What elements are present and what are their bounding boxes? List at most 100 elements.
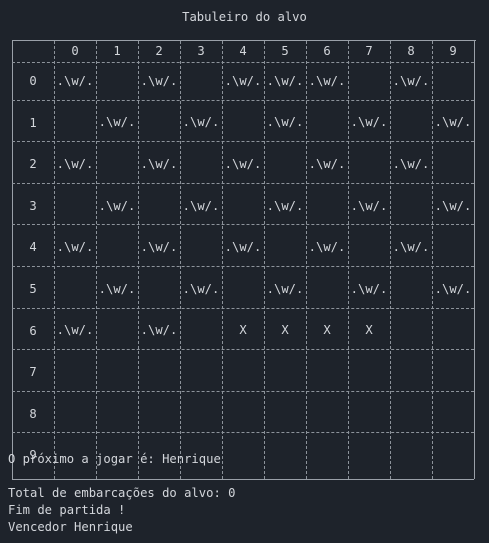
row-label: 5 (29, 282, 37, 296)
board-cell (222, 189, 264, 223)
board-cell: .\w/. (56, 73, 94, 88)
grid-horizontal-line (12, 182, 474, 184)
board-cell (348, 397, 390, 431)
board-cell (96, 230, 138, 264)
board-cell (390, 272, 432, 306)
board-cell (348, 230, 390, 264)
grid-horizontal-line (12, 349, 474, 351)
terminal-output: Tabuleiro do alvo 0 1 2 3 4 5 6 7 8 9 0 .\w/. .\w/..… (0, 0, 489, 543)
board-cell (390, 438, 432, 472)
board-cell: .\w/. (98, 281, 136, 296)
board-cell (180, 314, 222, 348)
row-label: 3 (29, 198, 37, 213)
board-cell (222, 355, 264, 389)
board-cell (138, 355, 180, 389)
board-cell (432, 355, 474, 389)
board-cell: .\w/. (56, 323, 94, 338)
column-header: 1 (113, 44, 121, 58)
board-cell: .\w/. (56, 240, 94, 255)
row-label: 7 (29, 365, 37, 380)
board-cell: .\w/. (434, 198, 472, 213)
board-cell (390, 355, 432, 389)
board-cell (264, 355, 306, 389)
board-cell: .\w/. (140, 240, 178, 255)
next-player-line: O próximo a jogar é: Henrique (8, 452, 221, 466)
column-header: 0 (71, 44, 79, 58)
board-cell (432, 314, 474, 348)
board-cell: .\w/. (350, 281, 388, 296)
board-cell (306, 189, 348, 223)
board-cell: .\w/. (308, 157, 346, 172)
board-cell (432, 397, 474, 431)
row-label: 1 (29, 115, 37, 130)
board-cell (348, 355, 390, 389)
board-cell: .\w/. (140, 157, 178, 172)
game-over-line: Fim de partida ! (8, 503, 126, 517)
column-header: 5 (281, 44, 289, 58)
board-cell: .\w/. (266, 115, 304, 130)
board-cell (390, 189, 432, 223)
board-cell (222, 438, 264, 472)
board-cell: X (323, 323, 331, 338)
board-cell (264, 230, 306, 264)
board-cell (390, 314, 432, 348)
board-cell (432, 438, 474, 472)
board-cell: X (239, 323, 247, 338)
board-cell (264, 397, 306, 431)
board-cell: X (281, 323, 289, 338)
board-cell (306, 355, 348, 389)
board-cell: .\w/. (140, 323, 178, 338)
board-cell: .\w/. (350, 198, 388, 213)
column-header: 2 (155, 44, 163, 58)
total-ships-line: Total de embarcações do alvo: 0 (8, 486, 236, 500)
board-cell: .\w/. (434, 281, 472, 296)
board-cell: .\w/. (224, 157, 262, 172)
board-cell (222, 272, 264, 306)
grid-horizontal-line (12, 432, 474, 434)
board-cell: .\w/. (98, 115, 136, 130)
board-cell (264, 438, 306, 472)
board-cell: .\w/. (392, 73, 430, 88)
board-cell (348, 147, 390, 181)
board-cell (54, 397, 96, 431)
column-header: 9 (449, 44, 457, 58)
board-cell: .\w/. (56, 157, 94, 172)
board-cell (180, 147, 222, 181)
board-cell (138, 272, 180, 306)
board-cell (222, 397, 264, 431)
board-cell: X (365, 323, 373, 338)
column-header: 7 (365, 44, 373, 58)
row-label: 2 (29, 157, 37, 172)
column-header: 4 (239, 44, 247, 58)
board-cell: .\w/. (392, 240, 430, 255)
board-cell: .\w/. (224, 73, 262, 88)
board-cell (180, 230, 222, 264)
board-top-border (12, 40, 476, 41)
board-cell (54, 106, 96, 140)
board-cell (96, 397, 138, 431)
board-cell (54, 272, 96, 306)
column-header: 8 (407, 44, 415, 58)
board-cell (306, 397, 348, 431)
grid-horizontal-line (12, 224, 474, 226)
board-cell (180, 397, 222, 431)
board-cell (54, 355, 96, 389)
board-cell: .\w/. (266, 73, 304, 88)
board-cell (138, 106, 180, 140)
grid-horizontal-line (12, 141, 474, 143)
board-title: Tabuleiro do alvo (182, 10, 307, 24)
board-cell (96, 64, 138, 98)
grid-horizontal-line (12, 99, 474, 101)
board-cell (432, 147, 474, 181)
board-cell: .\w/. (182, 281, 220, 296)
board-cell (222, 106, 264, 140)
row-label: 6 (29, 323, 37, 338)
board-cell: .\w/. (182, 198, 220, 213)
board-cell (432, 230, 474, 264)
grid-horizontal-line (12, 479, 474, 480)
column-header: 3 (197, 44, 205, 58)
board-cell: .\w/. (266, 198, 304, 213)
board-cell (180, 64, 222, 98)
board-cell (96, 355, 138, 389)
board-cell (138, 397, 180, 431)
